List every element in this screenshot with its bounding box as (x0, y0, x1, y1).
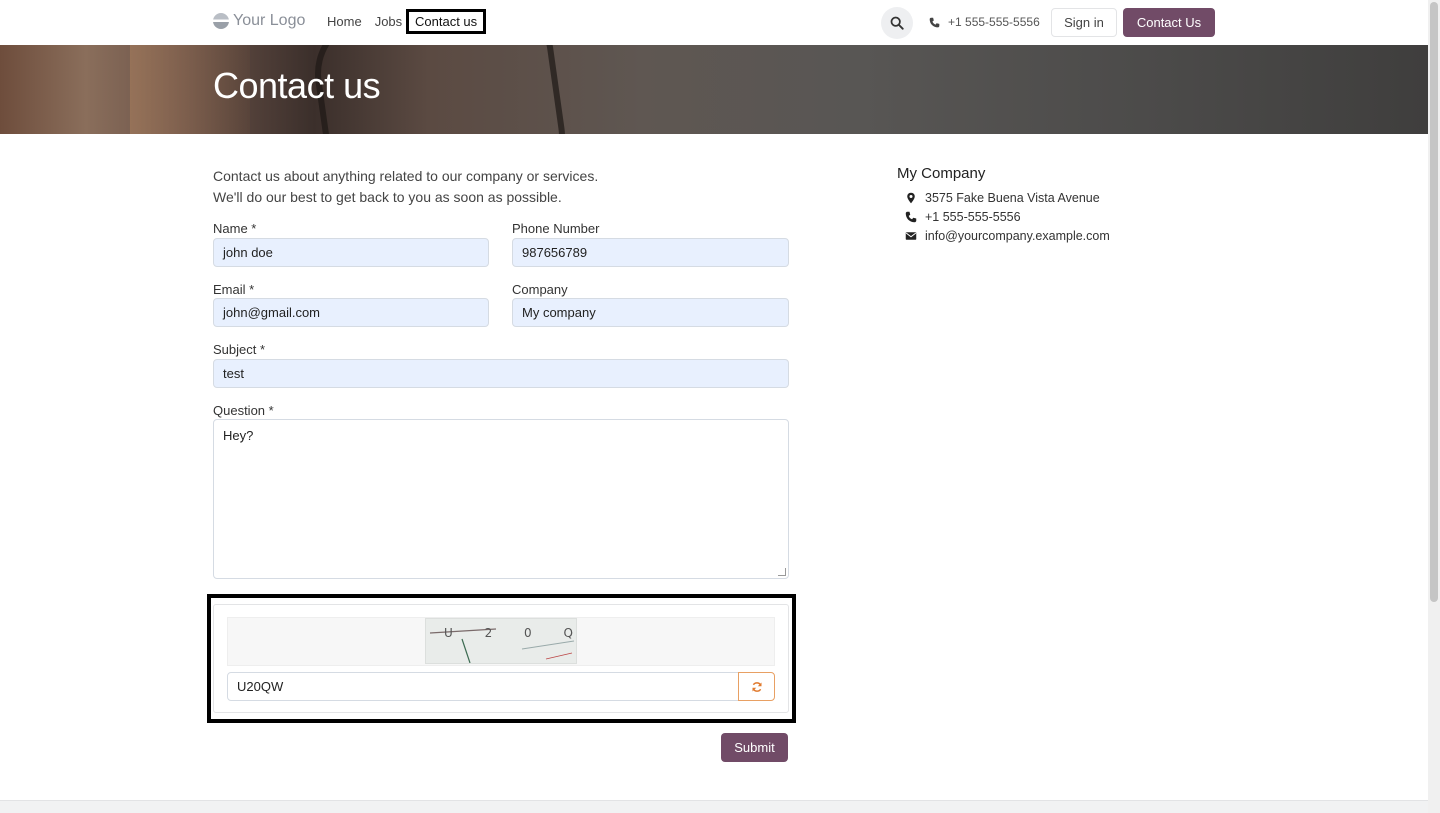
logo-text: Your Logo (233, 12, 306, 29)
email-label: Email * (213, 282, 255, 297)
company-address-text: 3575 Fake Buena Vista Avenue (925, 191, 1100, 205)
logo[interactable]: Your Logo (213, 12, 305, 30)
company-phone-text: +1 555-555-5556 (925, 210, 1021, 224)
email-field[interactable]: john@gmail.com (213, 298, 489, 327)
name-label: Name * (213, 221, 257, 236)
question-text: Hey? (223, 428, 254, 443)
header-phone-text: +1 555-555-5556 (948, 15, 1040, 29)
company-name: My Company (897, 165, 986, 182)
header-phone[interactable]: +1 555-555-5556 (929, 15, 1040, 29)
company-email-text: info@yourcompany.example.com (925, 229, 1110, 243)
scrollbar[interactable] (1428, 0, 1440, 813)
subject-label: Subject * (213, 342, 266, 357)
name-field[interactable]: john doe (213, 238, 489, 267)
page-banner: Contact us (0, 45, 1428, 134)
phone-field[interactable]: 987656789 (512, 238, 789, 267)
page-title: Contact us (213, 65, 381, 106)
nav-jobs[interactable]: Jobs (375, 14, 402, 29)
company-field[interactable]: My company (512, 298, 789, 327)
logo-icon (213, 13, 229, 29)
company-email[interactable]: info@yourcompany.example.com (905, 229, 1110, 243)
phone-icon (929, 17, 940, 27)
company-phone[interactable]: +1 555-555-5556 (905, 210, 1021, 224)
question-textarea[interactable]: Hey? (213, 419, 789, 579)
intro-line-1: Contact us about anything related to our… (213, 168, 599, 184)
phone-label: Phone Number (512, 221, 600, 236)
phone-icon (905, 211, 917, 223)
subject-field[interactable]: test (213, 359, 789, 388)
company-label: Company (512, 282, 568, 297)
submit-button[interactable]: Submit (721, 733, 788, 762)
envelope-icon (905, 232, 917, 240)
top-navbar: Your Logo Home Jobs Contact us +1 555-55… (0, 0, 1428, 45)
nav-home[interactable]: Home (327, 14, 362, 29)
intro-line-2: We'll do our best to get back to you as … (213, 189, 562, 205)
company-address: 3575 Fake Buena Vista Avenue (905, 191, 1100, 205)
sign-in-button[interactable]: Sign in (1051, 8, 1117, 37)
map-marker-icon (907, 192, 915, 204)
search-icon (890, 16, 904, 30)
resize-handle[interactable] (778, 568, 786, 576)
intro-text: Contact us about anything related to our… (213, 166, 598, 208)
captcha-highlight (207, 594, 796, 723)
main-nav: Home Jobs Contact us (327, 9, 487, 34)
scrollbar-thumb[interactable] (1430, 2, 1438, 602)
question-label: Question * (213, 403, 274, 418)
nav-contact-us[interactable]: Contact us (406, 9, 487, 34)
contact-us-button[interactable]: Contact Us (1123, 8, 1215, 37)
footer-edge (0, 800, 1428, 813)
search-button[interactable] (881, 7, 913, 39)
